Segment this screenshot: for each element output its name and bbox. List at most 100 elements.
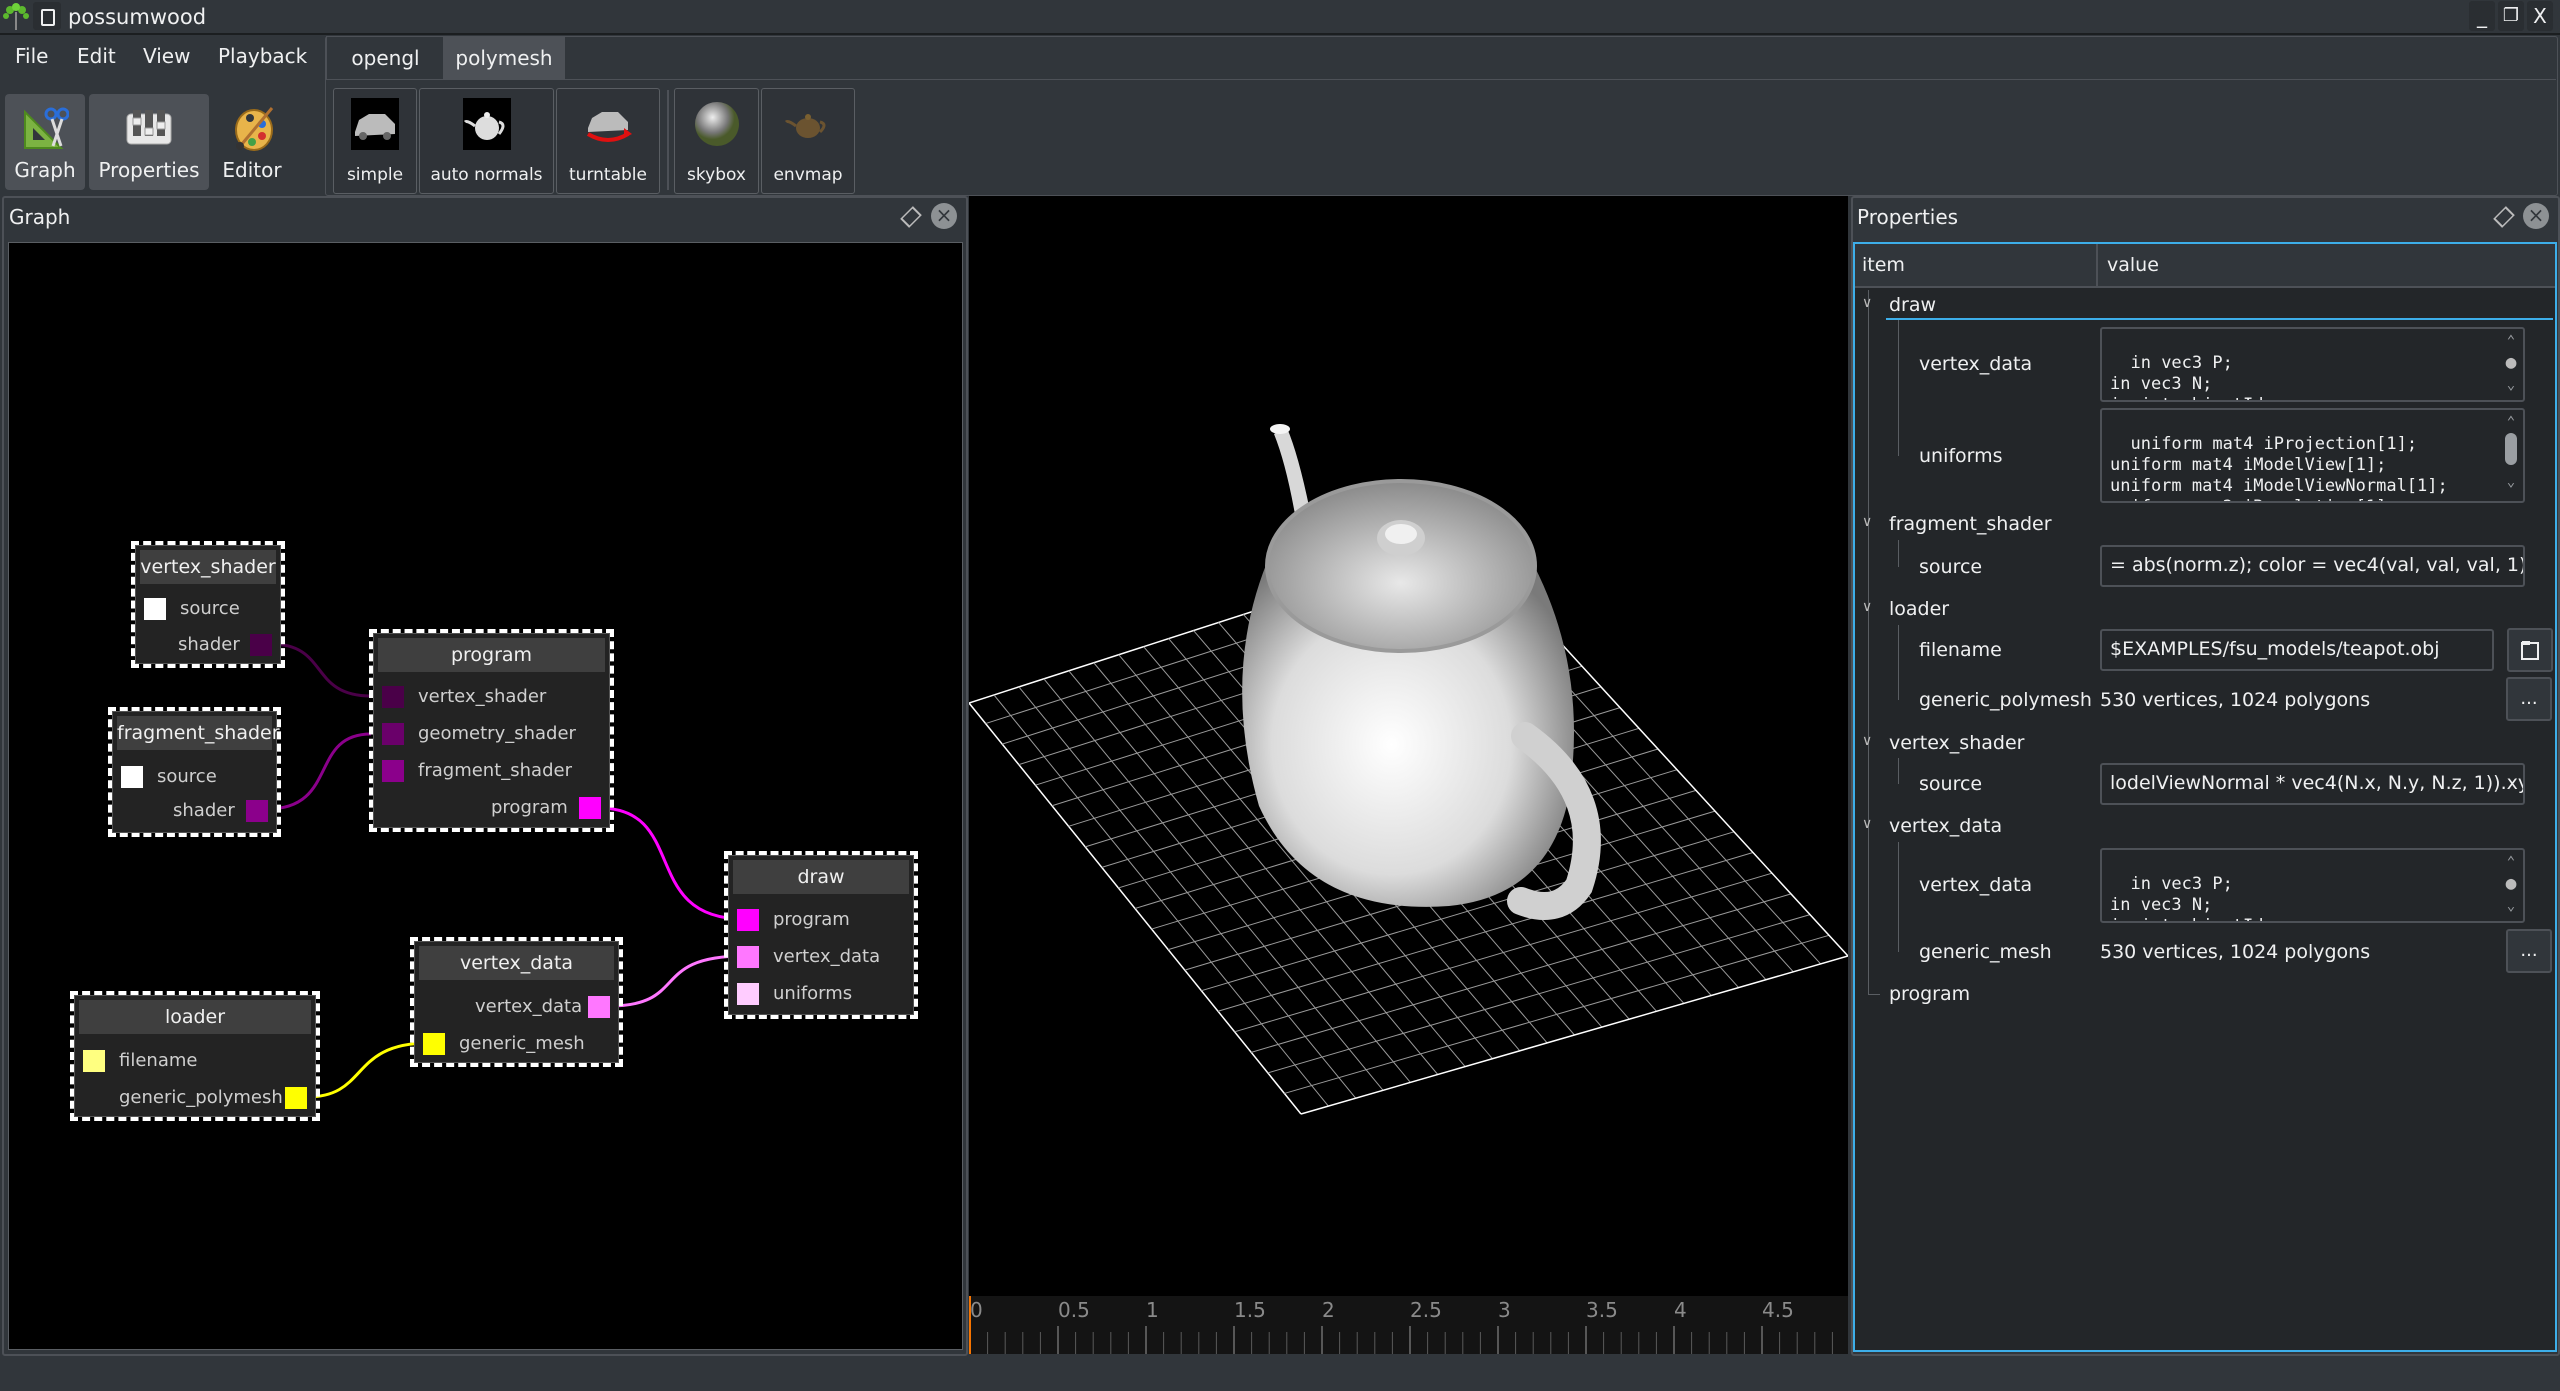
node-draw[interactable]: draw program vertex_data uniforms [724, 851, 918, 1019]
tree-group-fragment-shader[interactable]: fragment_shader [1889, 512, 2052, 536]
expand-chevron-icon[interactable]: ∨ [1862, 816, 1872, 832]
graph-canvas[interactable]: vertex_shader source shader fragment_sha… [8, 242, 963, 1350]
port-uniforms-input[interactable] [737, 983, 759, 1005]
tree-branch-line [1898, 540, 1899, 567]
tree-item-generic-polymesh[interactable]: generic_polymesh [1919, 688, 2092, 712]
tab-polymesh[interactable]: polymesh [443, 36, 565, 80]
tree-item-vertex-data[interactable]: vertex_data [1919, 873, 2032, 897]
generic-mesh-details-button[interactable]: ... [2506, 929, 2552, 973]
teapot-model [1242, 424, 1601, 920]
port-generic-mesh-input[interactable] [423, 1033, 445, 1055]
example-auto-normals-button[interactable]: auto normals [419, 88, 554, 194]
timeline-label: 3 [1498, 1298, 1511, 1322]
timeline-label: 3.5 [1586, 1298, 1618, 1322]
menu-edit[interactable]: Edit [77, 42, 116, 70]
example-simple-button[interactable]: simple [333, 88, 417, 194]
column-divider[interactable] [2096, 244, 2098, 286]
column-header-value[interactable]: value [2107, 253, 2159, 277]
editor-toggle-label: Editor [222, 158, 282, 182]
port-label: vertex_data [773, 946, 881, 967]
example-envmap-button[interactable]: envmap [761, 88, 855, 194]
close-window-button[interactable]: X [2527, 1, 2553, 31]
menu-view[interactable]: View [143, 42, 190, 70]
menu-playback[interactable]: Playback [218, 42, 307, 70]
tab-opengl[interactable]: opengl [326, 36, 445, 80]
scrollbar[interactable]: ⌃ ⌄ [2503, 412, 2519, 499]
node-vertex-shader[interactable]: vertex_shader source shader [131, 541, 285, 668]
envmap-teapot-icon [784, 114, 826, 138]
port-program-input[interactable] [737, 909, 759, 931]
current-row-indicator [1886, 318, 2553, 320]
graph-toggle-button[interactable]: Graph [5, 94, 85, 190]
tree-group-draw[interactable]: draw [1889, 293, 1936, 317]
fragment-source-field[interactable]: = abs(norm.z); color = vec4(val, val, va… [2100, 545, 2525, 587]
generic-polymesh-details-button[interactable]: ... [2506, 677, 2552, 721]
port-fragment-shader-input[interactable] [382, 760, 404, 782]
timeline[interactable]: 0 0.5 1 1.5 2 2.5 3 3.5 4 4.5 [969, 1296, 1848, 1354]
node-loader[interactable]: loader filename generic_polymesh [70, 991, 320, 1121]
port-source-input[interactable] [121, 766, 143, 788]
editor-toggle-button[interactable]: Editor [214, 94, 290, 190]
code-text: uniform mat4 iProjection[1]; uniform mat… [2110, 434, 2448, 501]
expand-chevron-icon[interactable]: ∨ [1862, 295, 1872, 311]
tree-item-source[interactable]: source [1919, 555, 1982, 579]
vertex-data-code-editor[interactable]: in vec3 P; in vec3 N; in int objectId; ⌃… [2100, 848, 2525, 923]
folder-icon [2521, 641, 2539, 660]
tree-item-filename[interactable]: filename [1919, 638, 2002, 662]
paint-palette-icon [235, 107, 274, 151]
port-shader-output[interactable] [246, 800, 268, 822]
column-header-item[interactable]: item [1862, 253, 1905, 277]
tree-group-loader[interactable]: loader [1889, 597, 1949, 621]
link-program-to-draw [598, 806, 745, 921]
tree-item-uniforms[interactable]: uniforms [1919, 444, 2003, 468]
port-label: vertex_shader [418, 686, 547, 707]
timeline-label: 1 [1146, 1298, 1159, 1322]
port-filename-input[interactable] [83, 1050, 105, 1072]
node-vertex-data[interactable]: vertex_data vertex_data generic_mesh [410, 937, 623, 1067]
browse-file-button[interactable] [2507, 628, 2553, 672]
example-turntable-button[interactable]: turntable [556, 88, 660, 194]
tree-item-source[interactable]: source [1919, 772, 1982, 796]
minimize-button[interactable]: _ [2469, 1, 2495, 31]
port-program-output[interactable] [579, 797, 601, 819]
node-fragment-shader[interactable]: fragment_shader source shader [108, 707, 281, 837]
port-geometry-shader-input[interactable] [382, 723, 404, 745]
timeline-cursor[interactable] [969, 1296, 971, 1354]
properties-toggle-button[interactable]: Properties [89, 94, 209, 190]
tree-branch-line [1898, 758, 1899, 784]
port-label: program [491, 797, 568, 818]
port-generic-polymesh-output[interactable] [285, 1087, 307, 1109]
tree-group-program[interactable]: program [1889, 982, 1970, 1006]
scrollbar[interactable]: ⌃ ● ⌄ [2503, 852, 2519, 919]
port-shader-output[interactable] [250, 634, 272, 656]
window-menu-button[interactable] [33, 2, 61, 30]
port-vertex-data-output[interactable] [588, 996, 610, 1018]
maximize-button[interactable]: ❐ [2498, 1, 2524, 31]
scrollbar[interactable]: ⌃ ● ⌄ [2503, 331, 2519, 398]
expand-chevron-icon[interactable]: ∨ [1862, 733, 1872, 749]
3d-viewport[interactable] [969, 196, 1848, 1296]
tree-branch-line [1898, 842, 1899, 952]
vertex-data-code-editor[interactable]: in vec3 P; in vec3 N; in int objectId; ⌃… [2100, 327, 2525, 402]
tree-item-generic-mesh[interactable]: generic_mesh [1919, 940, 2052, 964]
port-label: source [157, 766, 217, 787]
example-skybox-button[interactable]: skybox [674, 88, 759, 194]
tree-item-vertex-data[interactable]: vertex_data [1919, 352, 2032, 376]
viewport-scene [969, 424, 1848, 1115]
tree-group-vertex-data[interactable]: vertex_data [1889, 814, 2002, 838]
graph-close-icon[interactable]: × [931, 203, 957, 229]
port-vertex-data-input[interactable] [737, 946, 759, 968]
link-vertex-shader-to-program [270, 642, 372, 698]
expand-chevron-icon[interactable]: ∨ [1862, 514, 1872, 530]
port-vertex-shader-input[interactable] [382, 686, 404, 708]
port-label: shader [178, 634, 240, 655]
expand-chevron-icon[interactable]: ∨ [1862, 599, 1872, 615]
uniforms-code-editor[interactable]: uniform mat4 iProjection[1]; uniform mat… [2100, 408, 2525, 503]
filename-field[interactable]: $EXAMPLES/fsu_models/teapot.obj [2100, 629, 2494, 671]
properties-close-icon[interactable]: × [2523, 203, 2549, 229]
node-program[interactable]: program vertex_shader geometry_shader fr… [369, 629, 614, 832]
vertex-source-field[interactable]: lodelViewNormal * vec4(N.x, N.y, N.z, 1)… [2100, 763, 2525, 805]
menu-file[interactable]: File [15, 42, 48, 70]
port-source-input[interactable] [144, 598, 166, 620]
tree-group-vertex-shader[interactable]: vertex_shader [1889, 731, 2024, 755]
